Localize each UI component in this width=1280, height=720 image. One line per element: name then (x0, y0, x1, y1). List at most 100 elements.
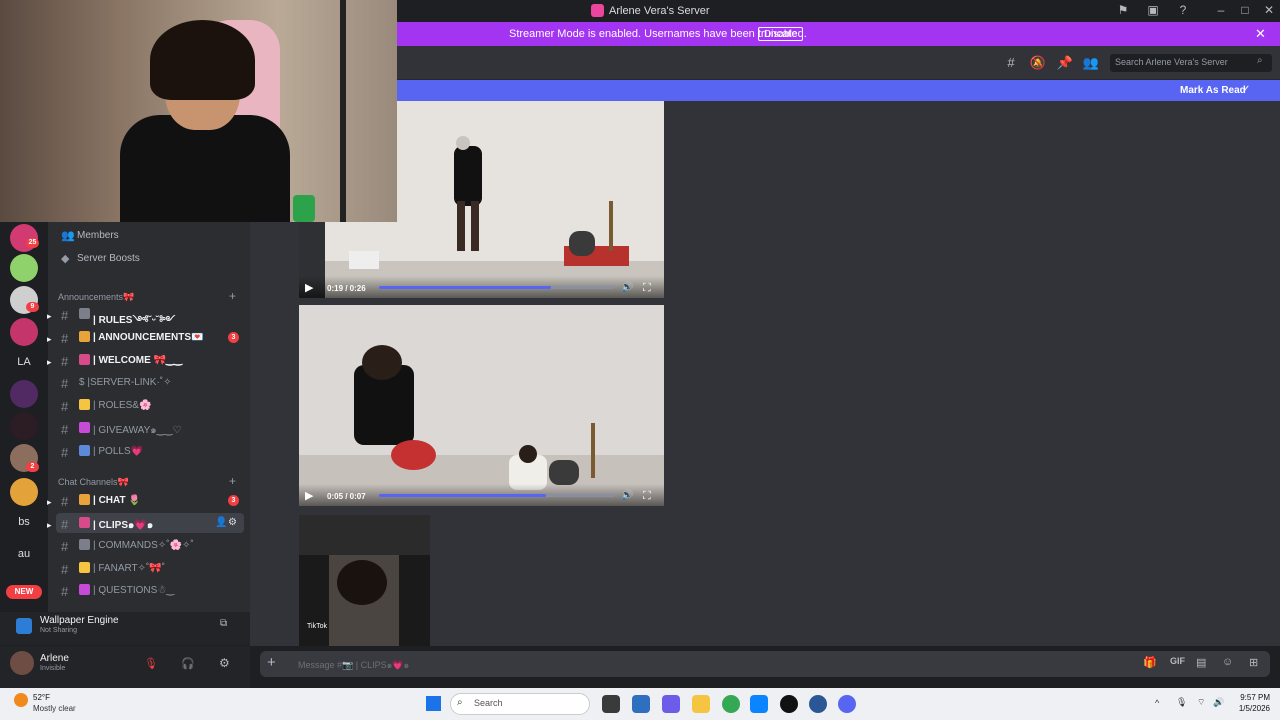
clock-date[interactable]: 1/5/2026 (1232, 704, 1270, 713)
boost-icon: ◆ (61, 253, 70, 265)
add-attachment-icon[interactable]: + (267, 654, 276, 671)
close-icon[interactable]: ✕ (1260, 3, 1278, 17)
fullscreen-icon[interactable]: ⛶ (643, 282, 651, 295)
channel-link[interactable]: | CHAT 🌷 (93, 495, 141, 506)
invite-icon[interactable]: 👤 (215, 517, 227, 528)
mark-as-read-button[interactable]: Mark As Read (1180, 85, 1246, 96)
category-label[interactable]: Chat Channels🎀 (58, 477, 129, 488)
channel-emoji-icon (79, 584, 90, 595)
video-progress[interactable] (379, 494, 614, 497)
video-progress-fill (379, 494, 546, 497)
tray-chevron-icon[interactable]: ^ (1155, 698, 1159, 708)
inbox-icon[interactable]: ⚑ (1114, 3, 1132, 17)
share-screen-icon[interactable]: ⧉ (220, 618, 227, 629)
channel-link[interactable]: $ |SERVER-LINK·˚✧ (79, 377, 171, 388)
server-icon (591, 4, 604, 17)
mention-badge: 3 (228, 495, 239, 506)
apps-icon[interactable]: ⊞ (1249, 656, 1258, 669)
fullscreen-icon[interactable]: ⛶ (643, 490, 651, 503)
mic-muted-icon[interactable]: 🎙 (144, 657, 158, 670)
webcam-overlay (0, 0, 397, 222)
channel-settings-icon[interactable]: ⚙ (228, 517, 237, 528)
weather-icon[interactable] (14, 693, 28, 707)
volume-icon[interactable]: 🔊 (621, 282, 633, 293)
members-list-icon[interactable]: 👥 (1082, 55, 1100, 71)
taskbar-search[interactable] (450, 693, 590, 715)
start-icon[interactable] (426, 696, 441, 711)
taskbar-search-label: Search (474, 698, 503, 708)
server-initials[interactable]: LA (10, 356, 38, 368)
mic-icon[interactable]: 🎙 (1176, 697, 1187, 708)
add-channel-icon[interactable]: + (229, 289, 236, 303)
message-input[interactable] (260, 651, 1270, 677)
channel-link[interactable]: | QUESTIONS☃‿ (93, 585, 174, 596)
wifi-icon[interactable]: ⌔ (1197, 697, 1205, 708)
file-explorer-icon[interactable] (692, 695, 710, 713)
chrome-icon[interactable] (722, 695, 740, 713)
clock-time[interactable]: 9:57 PM (1238, 693, 1270, 702)
server-initials[interactable]: bs (10, 516, 38, 528)
video-attachment[interactable]: TikTok (299, 515, 430, 646)
headphones-icon[interactable]: 🎧 (181, 657, 195, 670)
channel-link[interactable]: | ROLES&🌸 (93, 400, 151, 411)
gift-icon[interactable]: 🎁 (1143, 656, 1157, 669)
server-initials[interactable]: au (10, 548, 38, 560)
pin-icon[interactable]: 📌 (1056, 55, 1074, 71)
channel-link[interactable]: | COMMANDS✧˚🌸✧˚ (93, 540, 194, 551)
gif-icon[interactable]: GIF (1170, 656, 1185, 666)
discord-icon[interactable] (838, 695, 856, 713)
play-icon[interactable]: ▶ (305, 281, 313, 294)
app-icon[interactable] (809, 695, 827, 713)
wallpaper-engine-icon (16, 618, 32, 634)
channel-hash-icon: # (61, 308, 69, 323)
user-status: Invisible (40, 665, 66, 672)
new-messages-bar[interactable] (397, 80, 1280, 101)
threads-icon[interactable]: # (1002, 55, 1020, 71)
unread-indicator: ▸ (47, 357, 52, 367)
disable-button[interactable]: Disable (758, 27, 804, 41)
channel-link[interactable]: | POLLS💗 (93, 446, 143, 457)
sticker-icon[interactable]: ▤ (1196, 656, 1206, 669)
members-link[interactable]: Members (77, 230, 119, 241)
server-icon[interactable] (10, 380, 38, 408)
video-progress[interactable] (379, 286, 614, 289)
server-icon[interactable] (10, 254, 38, 282)
channel-link[interactable]: | ANNOUNCEMENTS💌 (93, 332, 203, 343)
channel-hash-icon: # (61, 422, 69, 437)
help-icon[interactable]: ? (1174, 3, 1192, 17)
server-boosts-link[interactable]: Server Boosts (77, 253, 140, 264)
app-icon[interactable] (780, 695, 798, 713)
channel-link[interactable]: | GIVEAWAY๑‿‿♡ (93, 423, 182, 438)
channel-link[interactable]: | FANART✧˚🎀˚ (93, 563, 165, 574)
avatar[interactable] (10, 651, 34, 675)
channel-hash-icon: # (61, 376, 69, 391)
search-icon: ⌕ (1257, 55, 1263, 66)
channel-link[interactable]: | CLIPS๑💗๑ (93, 518, 153, 533)
channel-link[interactable]: | WELCOME 🎀‿‿ (93, 355, 182, 366)
settings-gear-icon[interactable]: ⚙ (219, 656, 230, 670)
emoji-icon[interactable]: ☺ (1222, 656, 1233, 668)
server-icon[interactable] (10, 412, 38, 440)
server-icon[interactable] (10, 478, 38, 506)
category-label[interactable]: Announcements🎀 (58, 292, 134, 303)
volume-icon[interactable]: 🔊 (621, 490, 633, 501)
close-icon[interactable]: ✕ (1255, 26, 1266, 42)
server-badge: 2 (26, 462, 39, 472)
maximize-icon[interactable]: □ (1236, 3, 1254, 17)
add-channel-icon[interactable]: + (229, 474, 236, 488)
play-icon[interactable]: ▶ (305, 489, 313, 502)
server-icon[interactable] (10, 318, 38, 346)
edge-icon[interactable] (750, 695, 768, 713)
video-attachment[interactable]: ▶ 0:05 / 0:07 🔊 ⛶ (299, 305, 664, 506)
minimize-icon[interactable]: – (1212, 3, 1230, 17)
mute-bell-icon[interactable]: 🔕 (1029, 55, 1047, 71)
video-progress-fill (379, 286, 551, 289)
volume-icon[interactable]: 🔊 (1213, 697, 1224, 708)
task-view-icon[interactable] (602, 695, 620, 713)
screen-icon[interactable]: ▣ (1144, 3, 1162, 17)
copilot-icon[interactable] (662, 695, 680, 713)
channel-hash-icon: # (61, 331, 69, 346)
store-icon[interactable] (632, 695, 650, 713)
message-placeholder: Message #📷 | CLIPS๑💗๑ (298, 660, 410, 670)
channel-hash-icon: # (61, 517, 69, 532)
